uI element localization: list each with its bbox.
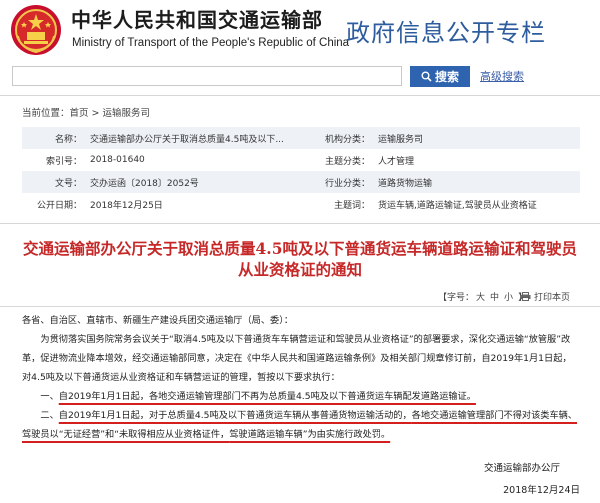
issuer-signature: 交通运输部办公厅 [483, 463, 560, 474]
site-cn-title: 中华人民共和国交通运输部 [71, 8, 323, 32]
issue-date: 2018年12月24日 [503, 485, 580, 496]
meta-value: 货运车辆,道路运输证,驾驶员从业资格证 [378, 200, 537, 211]
divider [0, 306, 600, 307]
meta-value: 2018年12月25日 [90, 200, 163, 211]
meta-label: 名称： [22, 127, 90, 149]
search-icon [421, 71, 432, 82]
meta-label: 机构分类： [305, 127, 378, 149]
meta-value: 交办运函〔2018〕2052号 [90, 171, 305, 193]
print-label: 打印本页 [534, 293, 571, 303]
meta-label: 主题分类： [324, 156, 370, 167]
search-button[interactable]: 搜索 [410, 66, 470, 87]
table-row: 索引号： 2018-01640 主题分类： 人才管理 [22, 149, 580, 171]
search-button-label: 搜索 [434, 70, 459, 84]
print-button[interactable]: 打印本页 [520, 290, 570, 303]
meta-label: 主题词： [333, 200, 370, 211]
breadcrumb-current[interactable]: 运输服务司 [103, 108, 151, 119]
meta-value: 道路货物运输 [378, 171, 580, 193]
printer-icon [520, 292, 531, 301]
document-title: 交通运输部办公厅关于取消总质量4.5吨及以下普通货运车辆道路运输证和驾驶员从业资… [23, 239, 577, 279]
paragraph-intro: 为贯彻落实国务院常务会议关于“取消4.5吨及以下普通货车车辆营运证和驾驶员从业资… [22, 334, 572, 383]
table-row: 文号： 交办运函〔2018〕2052号 行业分类： 道路货物运输 [22, 171, 580, 193]
breadcrumb: 当前位置：首页 > 运输服务司 [22, 105, 150, 119]
search-input[interactable] [12, 66, 402, 86]
national-emblem-icon [11, 5, 61, 55]
meta-value: 人才管理 [378, 156, 415, 167]
document-body: 各省、自治区、直辖市、新疆生产建设兵团交通运输厅（局、委）： 为贯彻落实国务院常… [22, 311, 580, 444]
table-row: 名称： 交通运输部办公厅关于取消总质量4.5吨及以下... 机构分类： 运输服务… [22, 127, 580, 149]
divider [0, 95, 600, 96]
underlined-text: 自2019年1月1日起，各地交通运输管理部门不再为总质量4.5吨及以下普通货运车… [58, 391, 476, 402]
divider [0, 223, 600, 224]
meta-label: 公开日期： [36, 200, 82, 211]
item-number: 二、 [40, 410, 59, 421]
search-bar: 搜索 高级搜索 [0, 62, 600, 92]
meta-value: 运输服务司 [378, 127, 580, 149]
breadcrumb-home-link[interactable]: 首页 [70, 108, 89, 119]
font-size-small[interactable]: 小 [504, 293, 513, 303]
document-metadata-table: 名称： 交通运输部办公厅关于取消总质量4.5吨及以下... 机构分类： 运输服务… [22, 127, 580, 215]
site-en-title: Ministry of Transport of the People's Re… [72, 37, 350, 49]
paragraph-item-1: 一、自2019年1月1日起，各地交通运输管理部门不再为总质量4.5吨及以下普通货… [22, 387, 580, 406]
font-size-medium[interactable]: 中 [490, 293, 499, 303]
meta-value: 交通运输部办公厅关于取消总质量4.5吨及以下... [90, 127, 305, 149]
font-size-control: 【字号：大中小】 [438, 290, 527, 303]
meta-value: 2018-01640 [90, 155, 145, 165]
paragraph-item-2: 二、自2019年1月1日起，对于总质量4.5吨及以下普通货运车辆从事普通货物运输… [22, 406, 580, 444]
meta-label: 文号： [22, 171, 90, 193]
site-header: 中华人民共和国交通运输部 Ministry of Transport of th… [0, 0, 600, 62]
font-size-large[interactable]: 大 [476, 293, 485, 303]
underlined-text: 自2019年1月1日起，对于总质量4.5吨及以下普通货运车辆从事普通货物运输活动… [58, 410, 412, 421]
meta-label: 行业分类： [305, 171, 378, 193]
meta-label: 索引号： [45, 156, 82, 167]
breadcrumb-prefix: 当前位置： [22, 108, 70, 119]
article-toolbar: 【字号：大中小】 打印本页 [0, 288, 600, 304]
column-title: 政府信息公开专栏 [346, 19, 546, 47]
item-number: 一、 [40, 391, 59, 402]
table-row: 公开日期： 2018年12月25日 主题词： 货运车辆,道路运输证,驾驶员从业资… [22, 193, 580, 215]
salutation: 各省、自治区、直辖市、新疆生产建设兵团交通运输厅（局、委）： [22, 315, 294, 326]
underlined-text: 驾驶道路运输车辆”为由实施行政处罚。 [229, 429, 391, 440]
advanced-search-link[interactable]: 高级搜索 [480, 68, 524, 84]
font-size-label: 【字号： [438, 293, 475, 303]
breadcrumb-separator: > [88, 108, 103, 119]
